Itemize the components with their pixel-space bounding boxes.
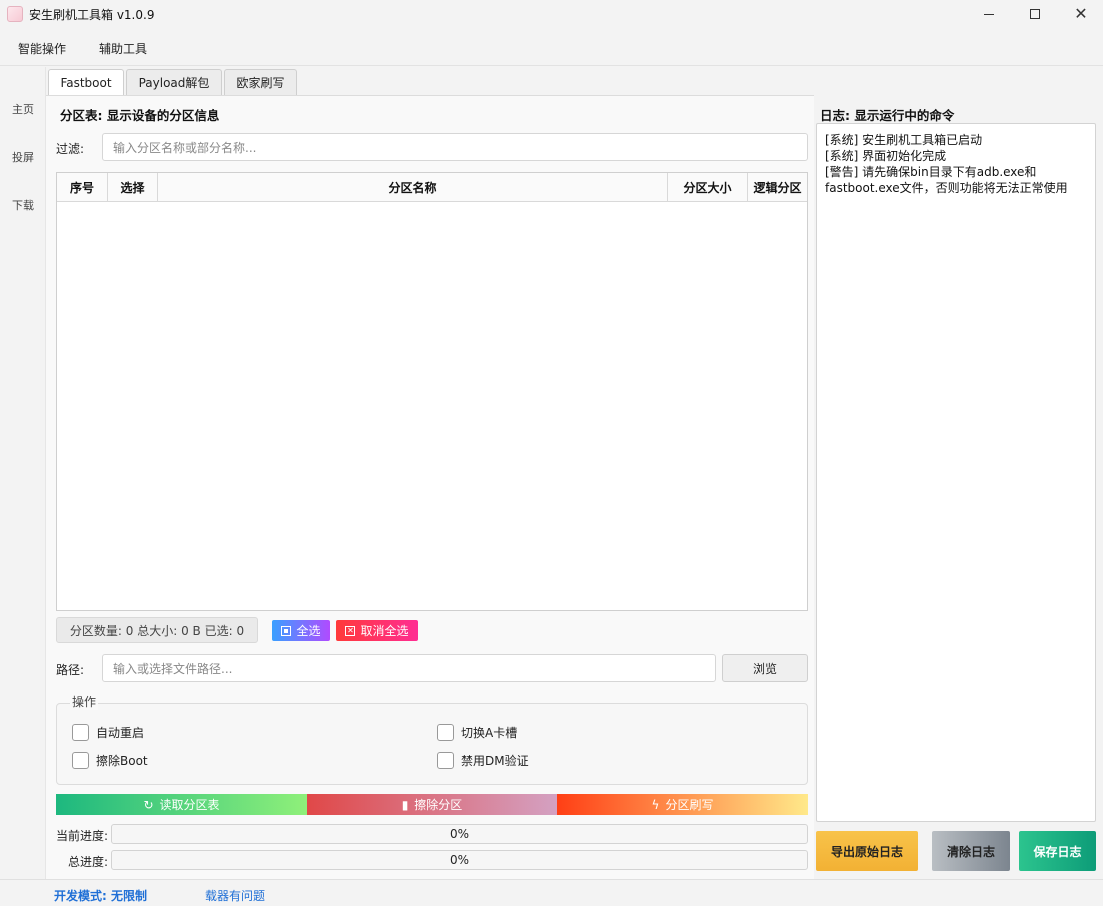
path-input[interactable]: 输入或选择文件路径... [102, 654, 716, 682]
nav-item-download[interactable]: 下载 [12, 197, 34, 213]
export-raw-log-button[interactable]: 导出原始日志 [816, 831, 918, 871]
minimize-button[interactable] [966, 0, 1012, 28]
current-progress-bar: 0% [111, 824, 808, 844]
maximize-button[interactable] [1012, 0, 1058, 28]
menu-bar: 智能操作 辅助工具 [0, 30, 1103, 66]
log-title: 日志: 显示运行中的命令 [820, 108, 955, 123]
current-progress-label: 当前进度: [56, 829, 109, 843]
partition-table: 序号 选择 分区名称 分区大小 逻辑分区 [56, 172, 808, 611]
window-title: 安生刷机工具箱 v1.0.9 [29, 8, 155, 22]
log-output[interactable]: [系统] 安生刷机工具箱已启动 [系统] 界面初始化完成 [警告] 请先确保bi… [816, 123, 1096, 822]
col-select[interactable]: 选择 [108, 173, 158, 202]
close-box-icon: ✕ [345, 625, 356, 636]
tab-payload[interactable]: Payload解包 [126, 69, 222, 95]
clear-log-button[interactable]: 清除日志 [932, 831, 1010, 871]
trash-icon: ▮ [401, 797, 409, 812]
filter-label: 过滤: [56, 142, 85, 156]
total-progress-label: 总进度: [68, 855, 109, 869]
checkbox-box[interactable] [72, 724, 89, 741]
col-partition-name[interactable]: 分区名称 [158, 173, 668, 202]
operations-legend: 操作 [70, 693, 99, 710]
checkbox-label: 切换A卡槽 [461, 726, 518, 740]
partition-stats: 分区数量: 0 总大小: 0 B 已选: 0 [56, 617, 258, 643]
status-bar: 开发模式: 无限制 载器有问题 [0, 879, 1103, 906]
app-logo-icon [7, 6, 23, 22]
lightning-icon: ϟ [651, 797, 660, 812]
refresh-icon: ↻ [143, 797, 154, 812]
menu-aux-tools[interactable]: 辅助工具 [99, 40, 147, 57]
checkbox-label: 擦除Boot [96, 754, 148, 768]
log-line: [系统] 界面初始化完成 [825, 149, 947, 163]
checkbox-box[interactable] [437, 752, 454, 769]
erase-label: 擦除分区 [414, 798, 463, 812]
disable-dm-verity-checkbox[interactable]: 禁用DM验证 [437, 752, 529, 769]
dev-mode-status: 开发模式: 无限制 [54, 889, 147, 903]
checkbox-box[interactable] [72, 752, 89, 769]
erase-boot-checkbox[interactable]: 擦除Boot [72, 752, 148, 769]
close-button[interactable]: ✕ [1058, 0, 1103, 28]
menu-smart-ops[interactable]: 智能操作 [18, 40, 66, 57]
browse-button[interactable]: 浏览 [722, 654, 808, 682]
select-all-button[interactable]: 全选 [272, 620, 330, 641]
side-nav: 主页 投屏 下载 [0, 67, 46, 879]
path-label: 路径: [56, 663, 85, 677]
unselect-all-button[interactable]: ✕ 取消全选 [336, 620, 418, 641]
erase-partition-button[interactable]: ▮ 擦除分区 [307, 794, 557, 815]
log-line: [警告] 请先确保bin目录下有adb.exe和fastboot.exe文件，否… [825, 165, 1068, 195]
col-index[interactable]: 序号 [57, 173, 108, 202]
flash-partition-button[interactable]: ϟ 分区刷写 [557, 794, 808, 815]
total-progress-bar: 0% [111, 850, 808, 870]
tab-oujia-flash[interactable]: 欧家刷写 [224, 69, 297, 95]
col-partition-size[interactable]: 分区大小 [668, 173, 748, 202]
table-header: 序号 选择 分区名称 分区大小 逻辑分区 [57, 173, 807, 202]
title-bar: 安生刷机工具箱 v1.0.9 ✕ [0, 0, 1103, 28]
close-icon: ✕ [1074, 4, 1088, 23]
nav-item-cast[interactable]: 投屏 [12, 149, 34, 165]
auto-reboot-checkbox[interactable]: 自动重启 [72, 724, 144, 741]
checkbox-box[interactable] [437, 724, 454, 741]
minimize-icon [984, 13, 994, 15]
issue-link[interactable]: 载器有问题 [205, 887, 265, 904]
filter-input[interactable]: 输入分区名称或部分名称... [102, 133, 808, 161]
partition-title: 分区表: 显示设备的分区信息 [60, 108, 220, 123]
nav-item-home[interactable]: 主页 [12, 101, 34, 117]
switch-slot-a-checkbox[interactable]: 切换A卡槽 [437, 724, 517, 741]
checkbox-label: 禁用DM验证 [461, 754, 529, 768]
log-line: [系统] 安生刷机工具箱已启动 [825, 133, 983, 147]
flash-label: 分区刷写 [665, 798, 714, 812]
tab-fastboot[interactable]: Fastboot [48, 69, 124, 96]
read-partition-table-button[interactable]: ↻ 读取分区表 [56, 794, 307, 815]
col-logical[interactable]: 逻辑分区 [748, 173, 807, 202]
maximize-icon [1030, 9, 1040, 19]
select-all-icon [281, 625, 292, 636]
save-log-button[interactable]: 保存日志 [1019, 831, 1096, 871]
operations-group [56, 703, 808, 785]
checkbox-label: 自动重启 [96, 726, 145, 740]
unselect-all-label: 取消全选 [360, 624, 409, 638]
read-label: 读取分区表 [159, 798, 220, 812]
select-all-label: 全选 [296, 624, 321, 638]
